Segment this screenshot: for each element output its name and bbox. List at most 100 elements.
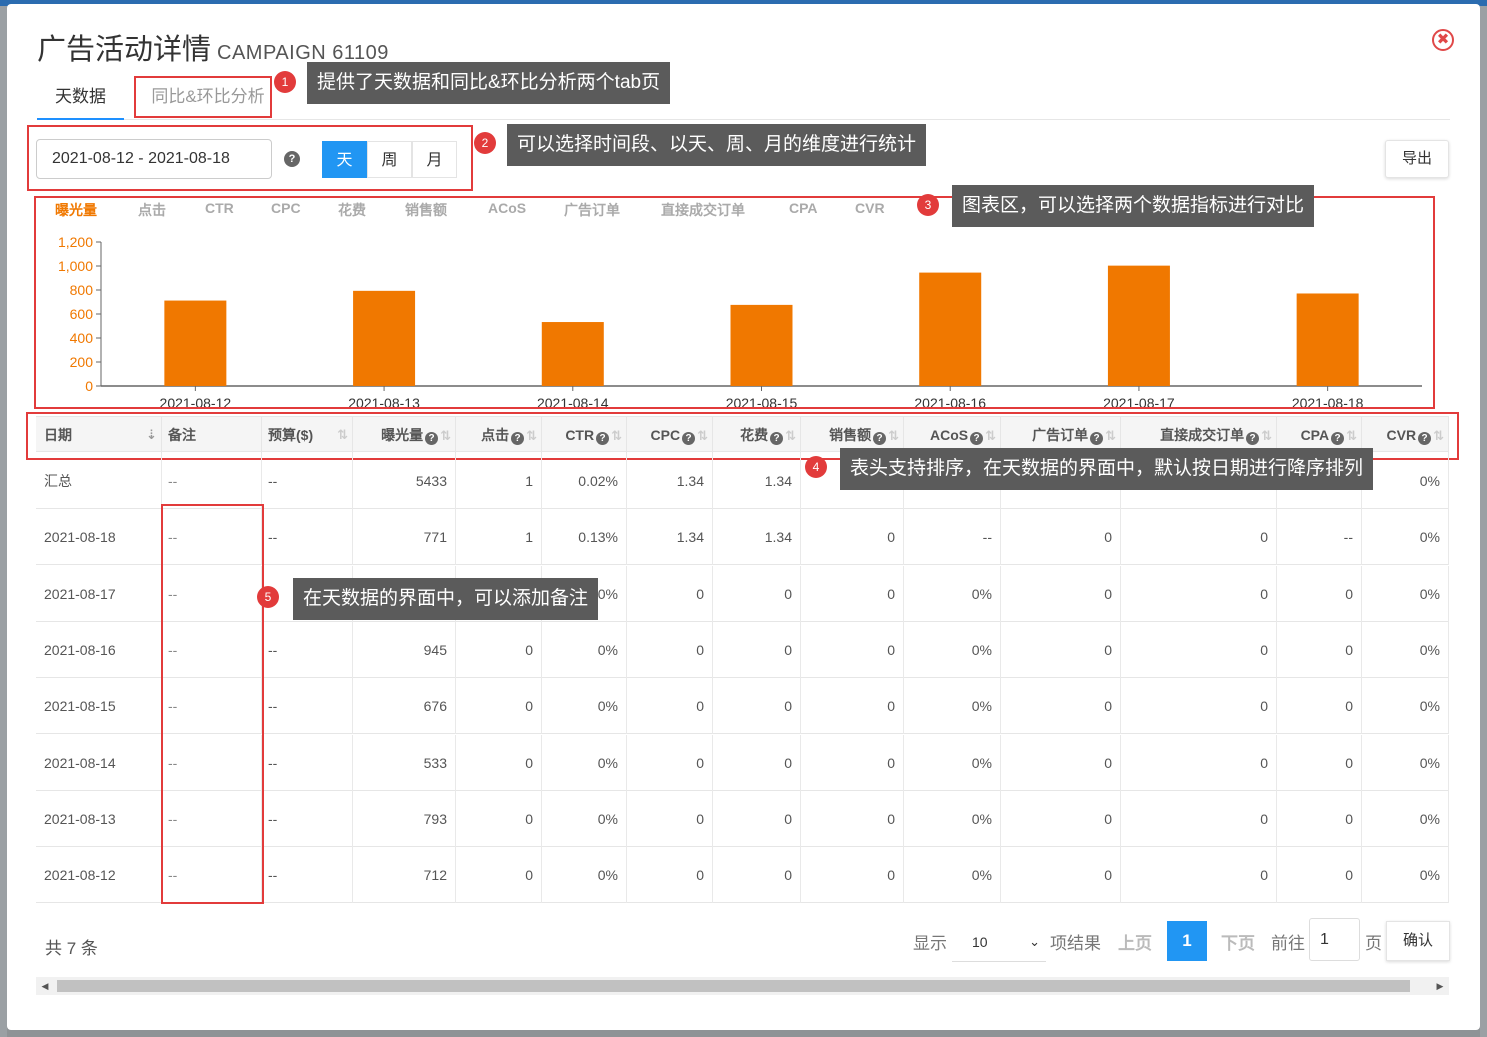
metric-spend[interactable]: 花费 — [338, 200, 366, 220]
cell-direct-orders: 0 — [1121, 678, 1277, 735]
metric-cpc[interactable]: CPC — [271, 200, 301, 216]
help-icon[interactable]: ? — [1331, 432, 1345, 445]
cell-cpc: 0 — [627, 734, 713, 791]
column-header-spend[interactable]: 花费? ⇅ — [713, 417, 801, 453]
column-header-cvr[interactable]: CVR? ⇅ — [1362, 417, 1449, 453]
cell-cvr: 0% — [1362, 847, 1449, 904]
cell-date: 2021-08-13 — [36, 790, 162, 847]
scroll-left-icon[interactable]: ◀ — [36, 977, 54, 995]
y-tick-label: 200 — [70, 354, 94, 370]
metric-clicks[interactable]: 点击 — [138, 200, 166, 220]
cell-cpc: 1.34 — [627, 453, 713, 509]
cell-sales: 0 — [801, 734, 904, 791]
column-header-date[interactable]: 日期 ⇣ — [36, 417, 162, 453]
date-range-picker[interactable]: 2021-08-12 - 2021-08-18 — [36, 139, 272, 179]
cell-note[interactable]: -- — [162, 565, 262, 622]
x-tick-label: 2021-08-13 — [348, 395, 420, 411]
help-icon[interactable]: ? — [1418, 432, 1432, 445]
cell-cpa: 0 — [1277, 790, 1362, 847]
cell-note[interactable]: -- — [162, 734, 262, 791]
page-size-select[interactable]: 10 ⌄ — [952, 922, 1046, 962]
help-icon[interactable]: ? — [970, 432, 984, 445]
table-row: 2021-08-12 -- -- 712 0 0% 0 0 0 0% 0 0 0 0% — [36, 847, 1449, 904]
cell-note[interactable]: -- — [162, 790, 262, 847]
goto-page-input[interactable]: 1 — [1309, 918, 1360, 961]
horizontal-scrollbar[interactable]: ◀ ▶ — [36, 977, 1449, 995]
metric-cvr[interactable]: CVR — [855, 200, 885, 216]
sort-icon: ⇅ — [697, 428, 708, 443]
help-icon[interactable]: ? — [770, 432, 784, 445]
cell-clicks: 0 — [456, 847, 542, 904]
cell-cpc: 0 — [627, 847, 713, 904]
cell-direct-orders: 0 — [1121, 734, 1277, 791]
cell-date: 汇总 — [36, 453, 162, 509]
help-icon[interactable]: ? — [1246, 432, 1260, 445]
cell-budget: -- — [262, 509, 353, 566]
cell-ctr: 0.13% — [542, 509, 627, 566]
cell-impressions: 676 — [353, 678, 456, 735]
metric-ctr[interactable]: CTR — [205, 200, 234, 216]
help-icon[interactable]: ? — [425, 432, 439, 445]
cell-clicks: 1 — [456, 509, 542, 566]
cell-date: 2021-08-17 — [36, 565, 162, 622]
help-icon[interactable]: ? — [596, 432, 610, 445]
column-header-label: 备注 — [168, 427, 196, 443]
export-button[interactable]: 导出 — [1385, 140, 1449, 178]
metric-direct-orders[interactable]: 直接成交订单 — [661, 200, 745, 220]
column-header-cpc[interactable]: CPC? ⇅ — [627, 417, 713, 453]
page-size-value: 10 — [972, 934, 988, 950]
column-header-impressions[interactable]: 曝光量? ⇅ — [353, 417, 456, 453]
tab-yoy-mom-analysis[interactable]: 同比&环比分析 — [145, 80, 271, 120]
scroll-right-icon[interactable]: ▶ — [1431, 977, 1449, 995]
metric-sales[interactable]: 销售额 — [405, 200, 447, 220]
prev-page-button[interactable]: 上页 — [1118, 929, 1152, 954]
granularity-week-button[interactable]: 周 — [367, 141, 412, 178]
metric-cpa[interactable]: CPA — [789, 200, 818, 216]
cell-note[interactable]: -- — [162, 678, 262, 735]
cell-clicks: 1 — [456, 453, 542, 509]
cell-budget: -- — [262, 453, 353, 509]
bar — [541, 322, 604, 386]
cell-cvr: 0% — [1362, 734, 1449, 791]
table-row: 2021-08-13 -- -- 793 0 0% 0 0 0 0% 0 0 0 0% — [36, 790, 1449, 847]
cell-date: 2021-08-15 — [36, 678, 162, 735]
granularity-month-button[interactable]: 月 — [412, 141, 457, 178]
column-header-ctr[interactable]: CTR? ⇅ — [542, 417, 627, 453]
cell-acos: 0% — [904, 621, 1001, 678]
metric-acos[interactable]: ACoS — [488, 200, 526, 216]
cell-note[interactable]: -- — [162, 847, 262, 904]
next-page-button[interactable]: 下页 — [1221, 929, 1255, 954]
table-row: 2021-08-16 -- -- 945 0 0% 0 0 0 0% 0 0 0 0% — [36, 621, 1449, 678]
cell-direct-orders: 0 — [1121, 565, 1277, 622]
cell-sales: 0 — [801, 847, 904, 904]
current-page-button[interactable]: 1 — [1167, 921, 1207, 961]
cell-cpc: 0 — [627, 621, 713, 678]
help-icon[interactable]: ? — [682, 432, 696, 445]
granularity-day-button[interactable]: 天 — [322, 141, 367, 178]
annotation-badge-5: 5 — [257, 586, 279, 608]
help-icon[interactable]: ? — [873, 432, 887, 445]
cell-spend: 0 — [713, 847, 801, 904]
help-icon[interactable]: ? — [511, 432, 525, 445]
metric-ad-orders[interactable]: 广告订单 — [564, 200, 620, 220]
cell-note[interactable]: -- — [162, 509, 262, 566]
cell-date: 2021-08-14 — [36, 734, 162, 791]
tab-bar: 天数据 同比&环比分析 — [37, 80, 1450, 120]
column-header-budget[interactable]: 预算($) ⇅ — [262, 417, 353, 453]
help-icon[interactable]: ? — [1090, 432, 1104, 445]
column-header-clicks[interactable]: 点击? ⇅ — [456, 417, 542, 453]
annotation-badge-2: 2 — [474, 132, 496, 154]
column-header-label: 预算($) — [268, 427, 314, 443]
total-count: 共 7 条 — [45, 939, 98, 958]
scrollbar-thumb[interactable] — [57, 980, 1410, 992]
tab-daily-data[interactable]: 天数据 — [37, 80, 124, 120]
cell-impressions: 5433 — [353, 453, 456, 509]
page-unit-label: 页 — [1365, 934, 1382, 953]
confirm-goto-button[interactable]: 确认 — [1386, 921, 1450, 961]
close-icon[interactable]: ✖ — [1432, 29, 1454, 51]
cell-cpc: 1.34 — [627, 509, 713, 566]
cell-note[interactable]: -- — [162, 621, 262, 678]
cell-cvr: 0% — [1362, 453, 1449, 509]
help-icon[interactable]: ? — [284, 151, 300, 167]
metric-impressions[interactable]: 曝光量 — [55, 200, 97, 220]
